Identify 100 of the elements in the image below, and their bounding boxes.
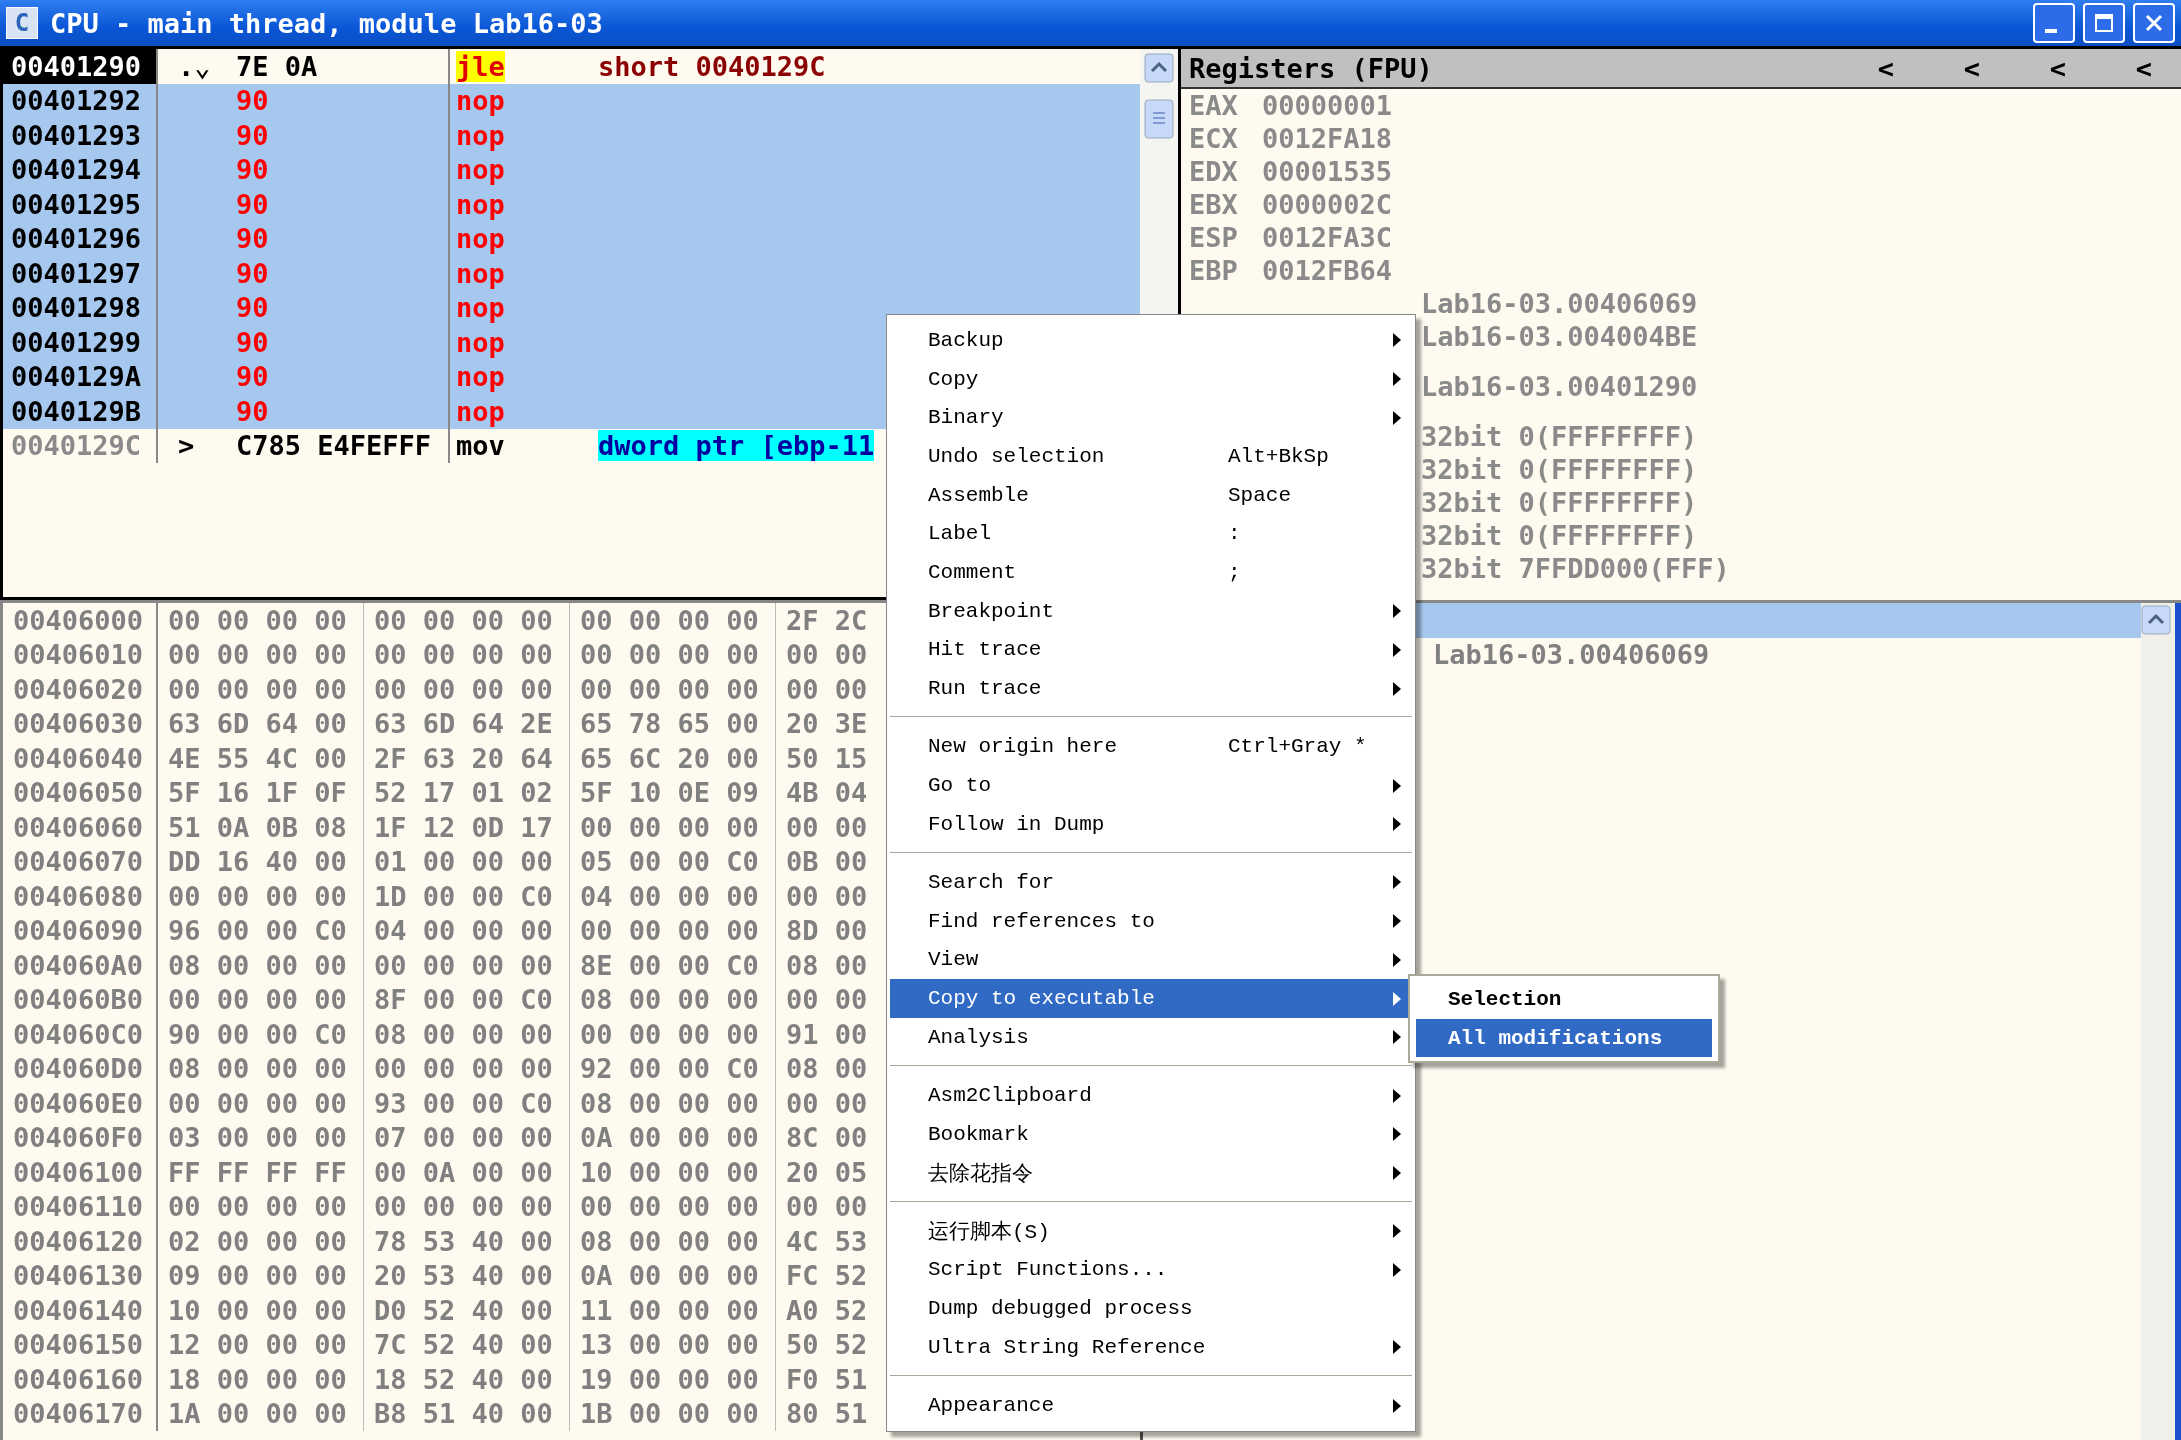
code-row[interactable]: 00401290 .⌄ 7E 0A jle short 0040129C [3,49,1140,84]
hex-cell: 00 00 00 00 [168,1087,347,1119]
menu-item[interactable]: View [890,940,1412,980]
collapse-button[interactable]: < [1861,52,1911,84]
menu-item[interactable]: 去除花指令 [890,1153,1412,1193]
menu-item[interactable]: Go to [890,766,1412,805]
hex-cell: 00 00 00 00 [580,1191,759,1223]
menu-item[interactable]: All modifications [1416,1018,1712,1058]
hex-cell: 1F 12 0D 17 [374,811,553,843]
collapse-button[interactable]: < [1947,52,1997,84]
hex-cell: 00 00 00 00 [580,673,759,705]
close-button[interactable] [2133,3,2175,43]
address-cell: 004060E0 [3,1086,158,1121]
submenu-arrow-icon [1392,409,1402,426]
menu-item[interactable]: Script Functions... [890,1250,1412,1290]
mnemonic-cell: nop [456,223,505,255]
menu-item[interactable]: Comment ; [890,553,1412,592]
hex-cell: A0 52 [786,1294,868,1326]
menu-item[interactable]: Assemble Space [890,475,1412,515]
hex-cell: 00 00 00 00 [580,604,759,636]
hex-cell: 1D 00 00 C0 [374,880,553,912]
hex-cell: 08 00 00 00 [580,984,759,1016]
menu-item[interactable]: Search for [890,863,1412,902]
hex-cell: 00 00 00 00 [168,673,347,705]
hex-cell: 63 6D 64 00 [168,708,347,740]
hex-cell: 90 [236,154,269,186]
hex-cell: 04 00 00 00 [374,915,553,947]
hex-cell: 0A 00 00 00 [580,1122,759,1154]
address-cell: 00406110 [3,1189,158,1224]
hex-cell: 20 3E [786,708,868,740]
maximize-button[interactable] [2083,3,2125,43]
hex-cell: 00 00 00 00 [168,604,347,636]
menu-item[interactable]: Hit trace [890,630,1412,670]
hex-cell: 10 00 00 00 [580,1156,759,1188]
menu-item[interactable]: New origin here Ctrl+Gray * [890,727,1412,767]
address-cell: 00406100 [3,1155,158,1190]
menu-item[interactable]: Breakpoint [890,591,1412,631]
menu-item[interactable]: Analysis [890,1017,1412,1057]
register-comment: Lab16-03.00401290 [1421,371,1698,402]
hex-cell: 65 78 65 00 [580,708,759,740]
mnemonic-cell: mov [456,430,505,462]
hex-cell: 63 6D 64 2E [374,708,553,740]
hex-cell: 8D 00 [786,915,868,947]
mnemonic-cell: jle [456,50,505,82]
scroll-up-icon[interactable] [1144,53,1174,83]
scroll-thumb[interactable] [1144,99,1174,139]
menu-item[interactable]: Bookmark [890,1114,1412,1154]
submenu-arrow-icon [1392,951,1402,968]
hex-cell: 08 00 [786,1053,868,1085]
collapse-button[interactable]: < [2033,52,2083,84]
code-row[interactable]: 00401292 90 nop [3,83,1140,118]
menu-item[interactable]: Appearance [890,1386,1412,1425]
hex-cell: 91 00 [786,1018,868,1050]
code-row[interactable]: 00401296 90 nop [3,221,1140,256]
hex-cell: 7C 52 40 00 [374,1329,553,1361]
menu-item[interactable]: Find references to [890,901,1412,941]
code-row[interactable]: 00401294 90 nop [3,152,1140,187]
hex-cell: 7E 0A [236,50,318,82]
submenu-arrow-icon [1392,1164,1402,1181]
hex-cell: 2F 2C [786,604,868,636]
minimize-icon [2045,29,2057,33]
hex-cell: 00 00 [786,639,868,671]
address-cell: 00406060 [3,810,158,845]
menu-item[interactable]: Asm2Clipboard [890,1076,1412,1115]
hex-cell: 19 00 00 00 [580,1363,759,1395]
address-cell: 004060D0 [3,1051,158,1086]
hex-cell: 8E 00 00 C0 [580,949,759,981]
minimize-button[interactable] [2033,3,2075,43]
code-row[interactable]: 00401297 90 nop [3,256,1140,291]
hex-cell: 4E 55 4C 00 [168,742,347,774]
hex-cell: 00 00 [786,673,868,705]
menu-item[interactable]: 运行脚本(S) [890,1211,1412,1251]
menu-item[interactable]: Label : [890,514,1412,554]
hex-cell: 00 00 00 00 [580,1018,759,1050]
submenu-arrow-icon [1392,874,1402,891]
address-cell: 00406070 [3,844,158,879]
hex-cell: 00 00 00 00 [168,639,347,671]
hex-cell: 8F 00 00 C0 [374,984,553,1016]
register-comment: 32bit 7FFDD000(FFF) [1421,553,1730,584]
submenu-arrow-icon [1392,1029,1402,1046]
hex-cell: 90 [236,188,269,220]
code-row[interactable]: 00401293 90 nop [3,118,1140,153]
menu-item[interactable]: Ultra String Reference [890,1327,1412,1367]
scroll-up-icon[interactable] [2141,605,2171,635]
submenu-arrow-icon [1392,680,1402,697]
scrollbar[interactable] [2141,603,2181,1440]
mnemonic-cell: nop [456,361,505,393]
code-row[interactable]: 00401295 90 nop [3,187,1140,222]
hex-cell: 0B 00 [786,846,868,878]
menu-item[interactable]: Selection [1416,980,1712,1019]
menu-item[interactable]: Follow in Dump [890,804,1412,844]
submenu-arrow-icon [1392,913,1402,930]
address-cell: 00401290 [3,49,158,84]
menu-item[interactable]: Run trace [890,669,1412,708]
menu-item[interactable]: Undo selection Alt+BkSp [890,437,1412,476]
menu-item[interactable]: Dump debugged process [890,1289,1412,1328]
register-comment: 32bit 0(FFFFFFFF) [1421,520,1698,551]
hex-cell: 20 05 [786,1156,868,1188]
hex-cell: C785 E4FEFFF [236,430,432,462]
collapse-button[interactable]: < [2119,52,2169,84]
